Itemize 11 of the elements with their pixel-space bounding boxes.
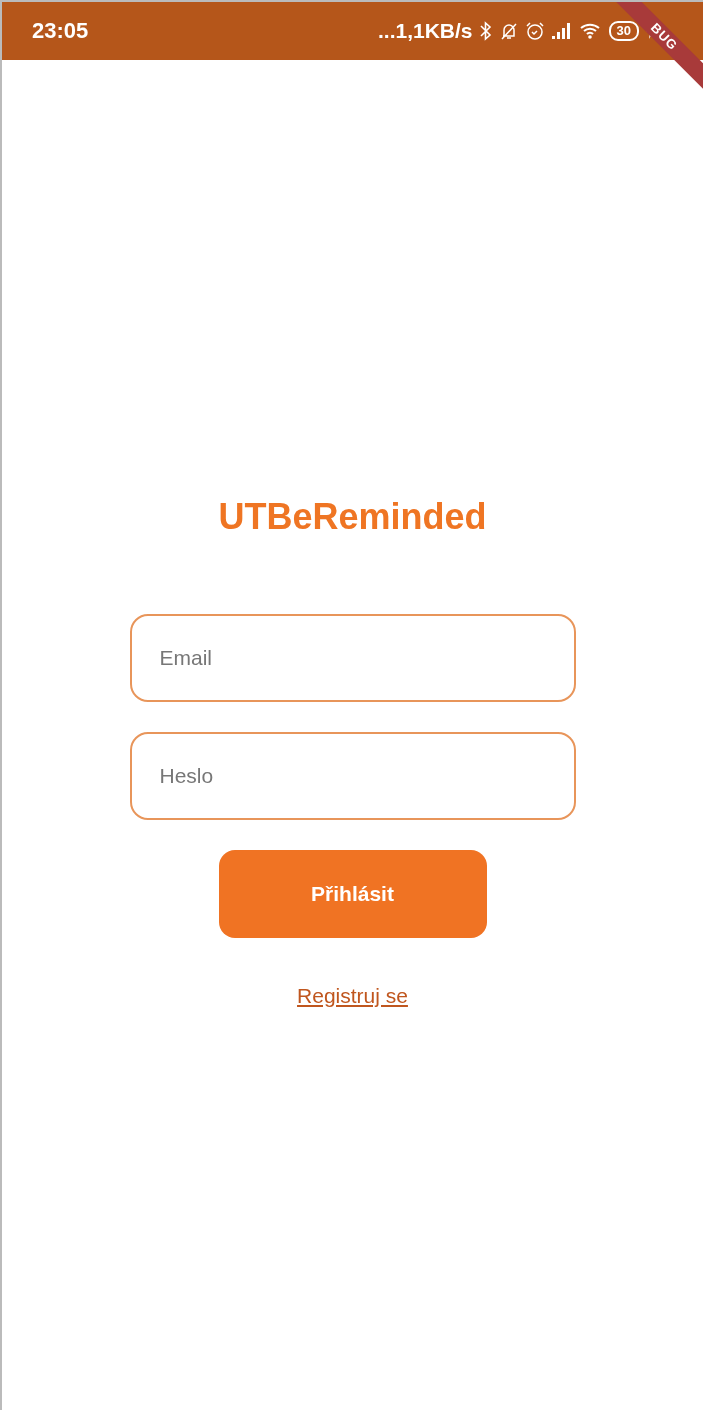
bluetooth-icon [478, 21, 493, 41]
clock-time: 23:05 [32, 18, 89, 44]
network-speed: ...1,1KB/s [378, 19, 473, 43]
signal-icon [550, 22, 573, 40]
muted-bell-icon [498, 21, 519, 41]
password-field[interactable]: Heslo [129, 732, 576, 820]
email-field[interactable]: Email [129, 614, 576, 702]
login-button[interactable]: Přihlásit [218, 850, 487, 938]
alarm-clock-icon [524, 21, 545, 41]
register-link[interactable]: Registruj se [297, 984, 408, 1008]
app-title: UTBeReminded [218, 496, 487, 538]
